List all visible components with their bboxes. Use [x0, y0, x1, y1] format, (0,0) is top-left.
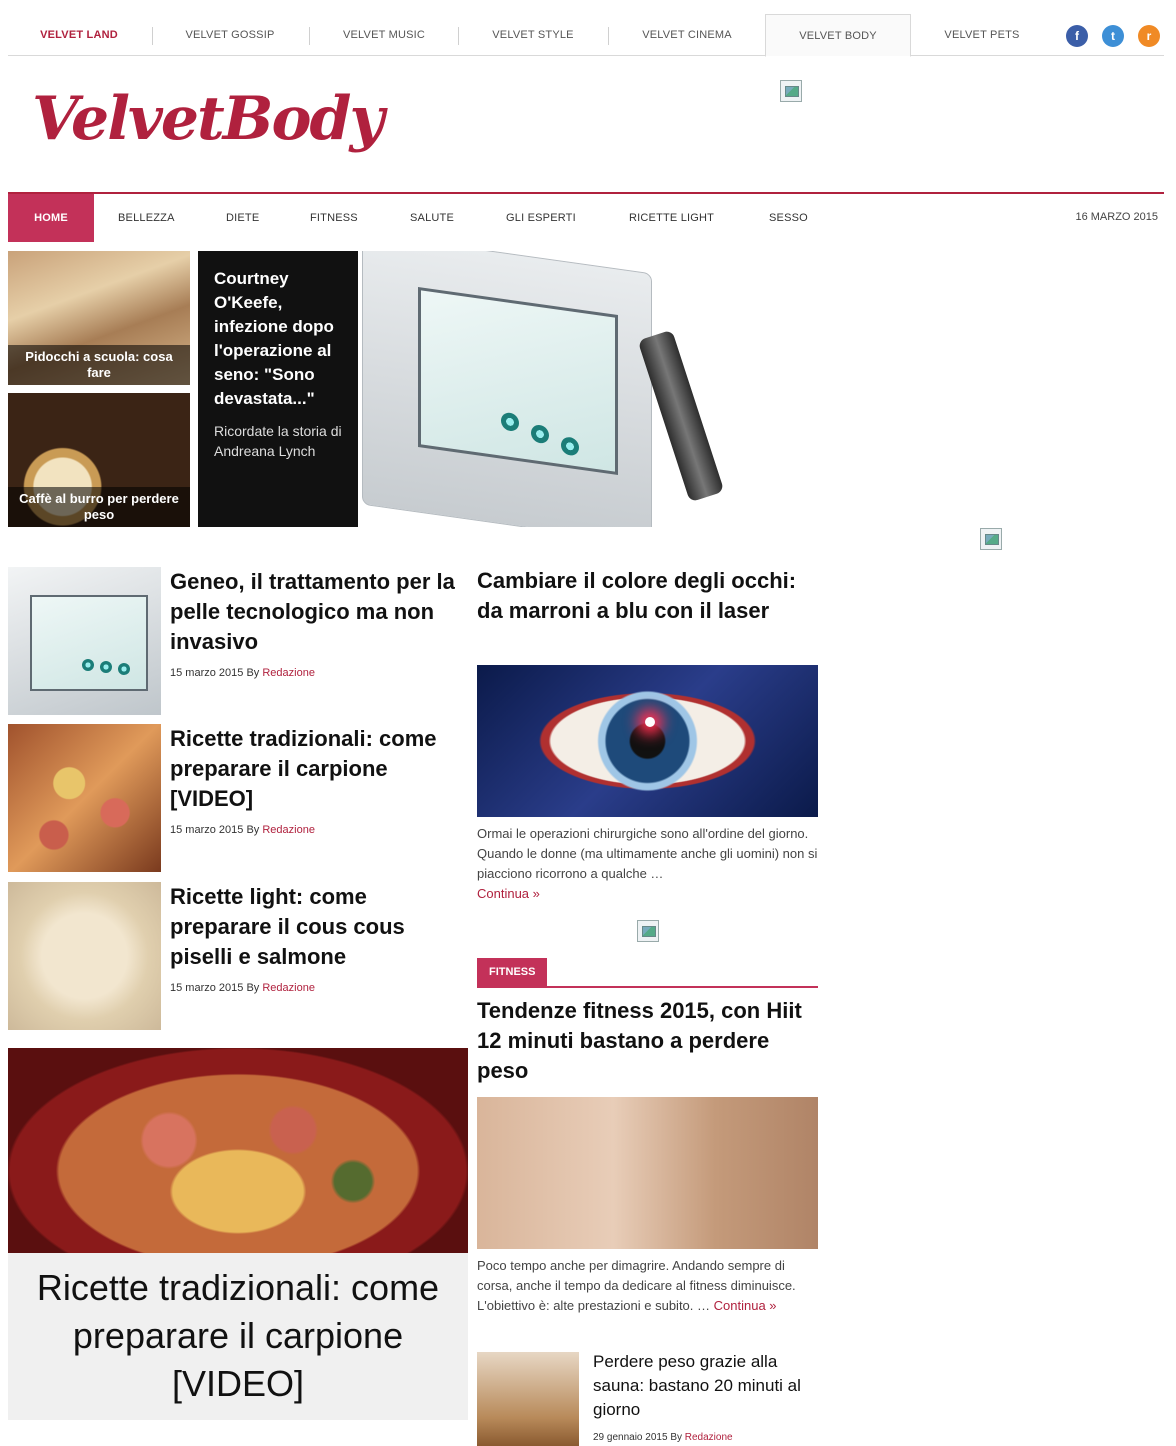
divider	[458, 27, 459, 45]
article-image-eye[interactable]	[477, 665, 818, 817]
continue-link[interactable]: Continua »	[714, 1298, 777, 1313]
twitter-icon[interactable]: t	[1102, 25, 1124, 47]
divider	[152, 27, 153, 45]
rss-icon[interactable]: r	[1138, 25, 1160, 47]
article-excerpt: Ormai le operazioni chirurgiche sono all…	[477, 824, 822, 904]
nav-item-ricette-light[interactable]: RICETTE LIGHT	[629, 194, 714, 242]
nav-item-diete[interactable]: DIETE	[226, 194, 259, 242]
site-logo[interactable]: VelvetBody	[32, 84, 384, 154]
nav-item-sesso[interactable]: SESSO	[769, 194, 808, 242]
article-author-link[interactable]: Redazione	[685, 1432, 733, 1443]
network-link-velvet-music[interactable]: VELVET MUSIC	[311, 14, 457, 56]
article-by: By	[246, 667, 260, 679]
article-date: 15 marzo 2015	[170, 667, 244, 679]
continue-link[interactable]: Continua »	[477, 886, 540, 901]
article-by: By	[246, 824, 260, 836]
article-title[interactable]: Ricette light: come preparare il cous co…	[170, 882, 460, 972]
article-excerpt-text: Ormai le operazioni chirurgiche sono all…	[477, 826, 818, 881]
list-item: Ricette tradizionali: come preparare il …	[8, 724, 458, 874]
network-link-velvet-pets[interactable]: VELVET PETS	[912, 14, 1052, 56]
nav-item-bellezza[interactable]: BELLEZZA	[118, 194, 175, 242]
article-image-fitness[interactable]	[477, 1097, 818, 1249]
article-by: By	[670, 1432, 682, 1443]
broken-image-icon	[780, 80, 802, 102]
article-date: 15 marzo 2015	[170, 982, 244, 994]
article-thumbnail-sauna[interactable]	[477, 1352, 579, 1446]
article-meta: 15 marzo 2015 By Redazione	[170, 982, 315, 994]
device-button-icon	[531, 423, 549, 445]
device-screen	[418, 286, 618, 476]
list-item: Geneo, il trattamento per la pelle tecno…	[8, 567, 458, 717]
section-header-fitness: FITNESS	[477, 958, 818, 988]
article-author-link[interactable]: Redazione	[262, 667, 315, 679]
article-author-link[interactable]: Redazione	[262, 982, 315, 994]
article-meta: 15 marzo 2015 By Redazione	[170, 667, 315, 679]
featured-video-image[interactable]	[8, 1048, 468, 1253]
article-title[interactable]: Tendenze fitness 2015, con Hiit 12 minut…	[477, 996, 822, 1086]
article-title[interactable]: Perdere peso grazie alla sauna: bastano …	[593, 1350, 823, 1422]
hero-feature-panel[interactable]: Courtney O'Keefe, infezione dopo l'opera…	[198, 251, 358, 527]
broken-image-icon	[980, 528, 1002, 550]
list-item: Ricette light: come preparare il cous co…	[8, 882, 458, 1032]
nav-item-home[interactable]: HOME	[8, 194, 94, 242]
hero-thumb-pidocchi[interactable]: Pidocchi a scuola: cosa fare	[8, 251, 190, 385]
article-date: 29 gennaio 2015	[593, 1432, 668, 1443]
network-link-velvet-land[interactable]: VELVET LAND	[8, 14, 150, 56]
divider	[608, 27, 609, 45]
article-thumbnail[interactable]	[8, 882, 161, 1030]
broken-image-icon	[637, 920, 659, 942]
network-link-velvet-style[interactable]: VELVET STYLE	[460, 14, 606, 56]
device-button-icon	[82, 659, 94, 671]
hero-feature-excerpt: Ricordate la storia di Andreana Lynch	[214, 423, 342, 459]
current-date: 16 MARZO 2015	[1075, 211, 1158, 223]
article-author-link[interactable]: Redazione	[262, 824, 315, 836]
featured-video-card[interactable]: Ricette tradizionali: come preparare il …	[8, 1048, 468, 1420]
section-label[interactable]: FITNESS	[477, 958, 548, 986]
laser-glow	[645, 717, 655, 727]
divider	[309, 27, 310, 45]
hero-thumb-caption: Caffè al burro per perdere peso	[8, 487, 190, 527]
network-link-velvet-cinema[interactable]: VELVET CINEMA	[610, 14, 764, 56]
nav-item-salute[interactable]: SALUTE	[410, 194, 454, 242]
article-excerpt: Poco tempo anche per dimagrire. Andando …	[477, 1256, 822, 1316]
article-title[interactable]: Ricette tradizionali: come preparare il …	[170, 724, 460, 814]
facebook-icon[interactable]: f	[1066, 25, 1088, 47]
article-date: 15 marzo 2015	[170, 824, 244, 836]
device-button-icon	[501, 411, 519, 433]
hero-feature-image[interactable]	[358, 251, 728, 527]
nav-item-gli-esperti[interactable]: GLI ESPERTI	[506, 194, 576, 242]
hero-feature-title[interactable]: Courtney O'Keefe, infezione dopo l'opera…	[214, 267, 342, 411]
article-title[interactable]: Geneo, il trattamento per la pelle tecno…	[170, 567, 460, 657]
hero-thumb-caption: Pidocchi a scuola: cosa fare	[8, 345, 190, 385]
main-nav: HOME BELLEZZA DIETE FITNESS SALUTE GLI E…	[8, 192, 1164, 242]
device-button-icon	[118, 663, 130, 675]
article-by: By	[246, 982, 260, 994]
device-screen	[30, 595, 148, 691]
device-button-icon	[561, 436, 579, 457]
network-bar: VELVET LAND VELVET GOSSIP VELVET MUSIC V…	[8, 14, 1164, 57]
article-meta: 15 marzo 2015 By Redazione	[170, 824, 315, 836]
article-meta: 29 gennaio 2015 By Redazione	[593, 1432, 733, 1443]
network-link-velvet-gossip[interactable]: VELVET GOSSIP	[154, 14, 306, 56]
article-thumbnail[interactable]	[8, 567, 161, 715]
network-link-velvet-body[interactable]: VELVET BODY	[765, 14, 911, 57]
nav-item-fitness[interactable]: FITNESS	[310, 194, 358, 242]
article-title[interactable]: Cambiare il colore degli occhi: da marro…	[477, 566, 822, 626]
featured-video-title[interactable]: Ricette tradizionali: come preparare il …	[8, 1264, 468, 1408]
hero-thumb-caffe[interactable]: Caffè al burro per perdere peso	[8, 393, 190, 527]
article-thumbnail[interactable]	[8, 724, 161, 872]
device-button-icon	[100, 661, 112, 673]
